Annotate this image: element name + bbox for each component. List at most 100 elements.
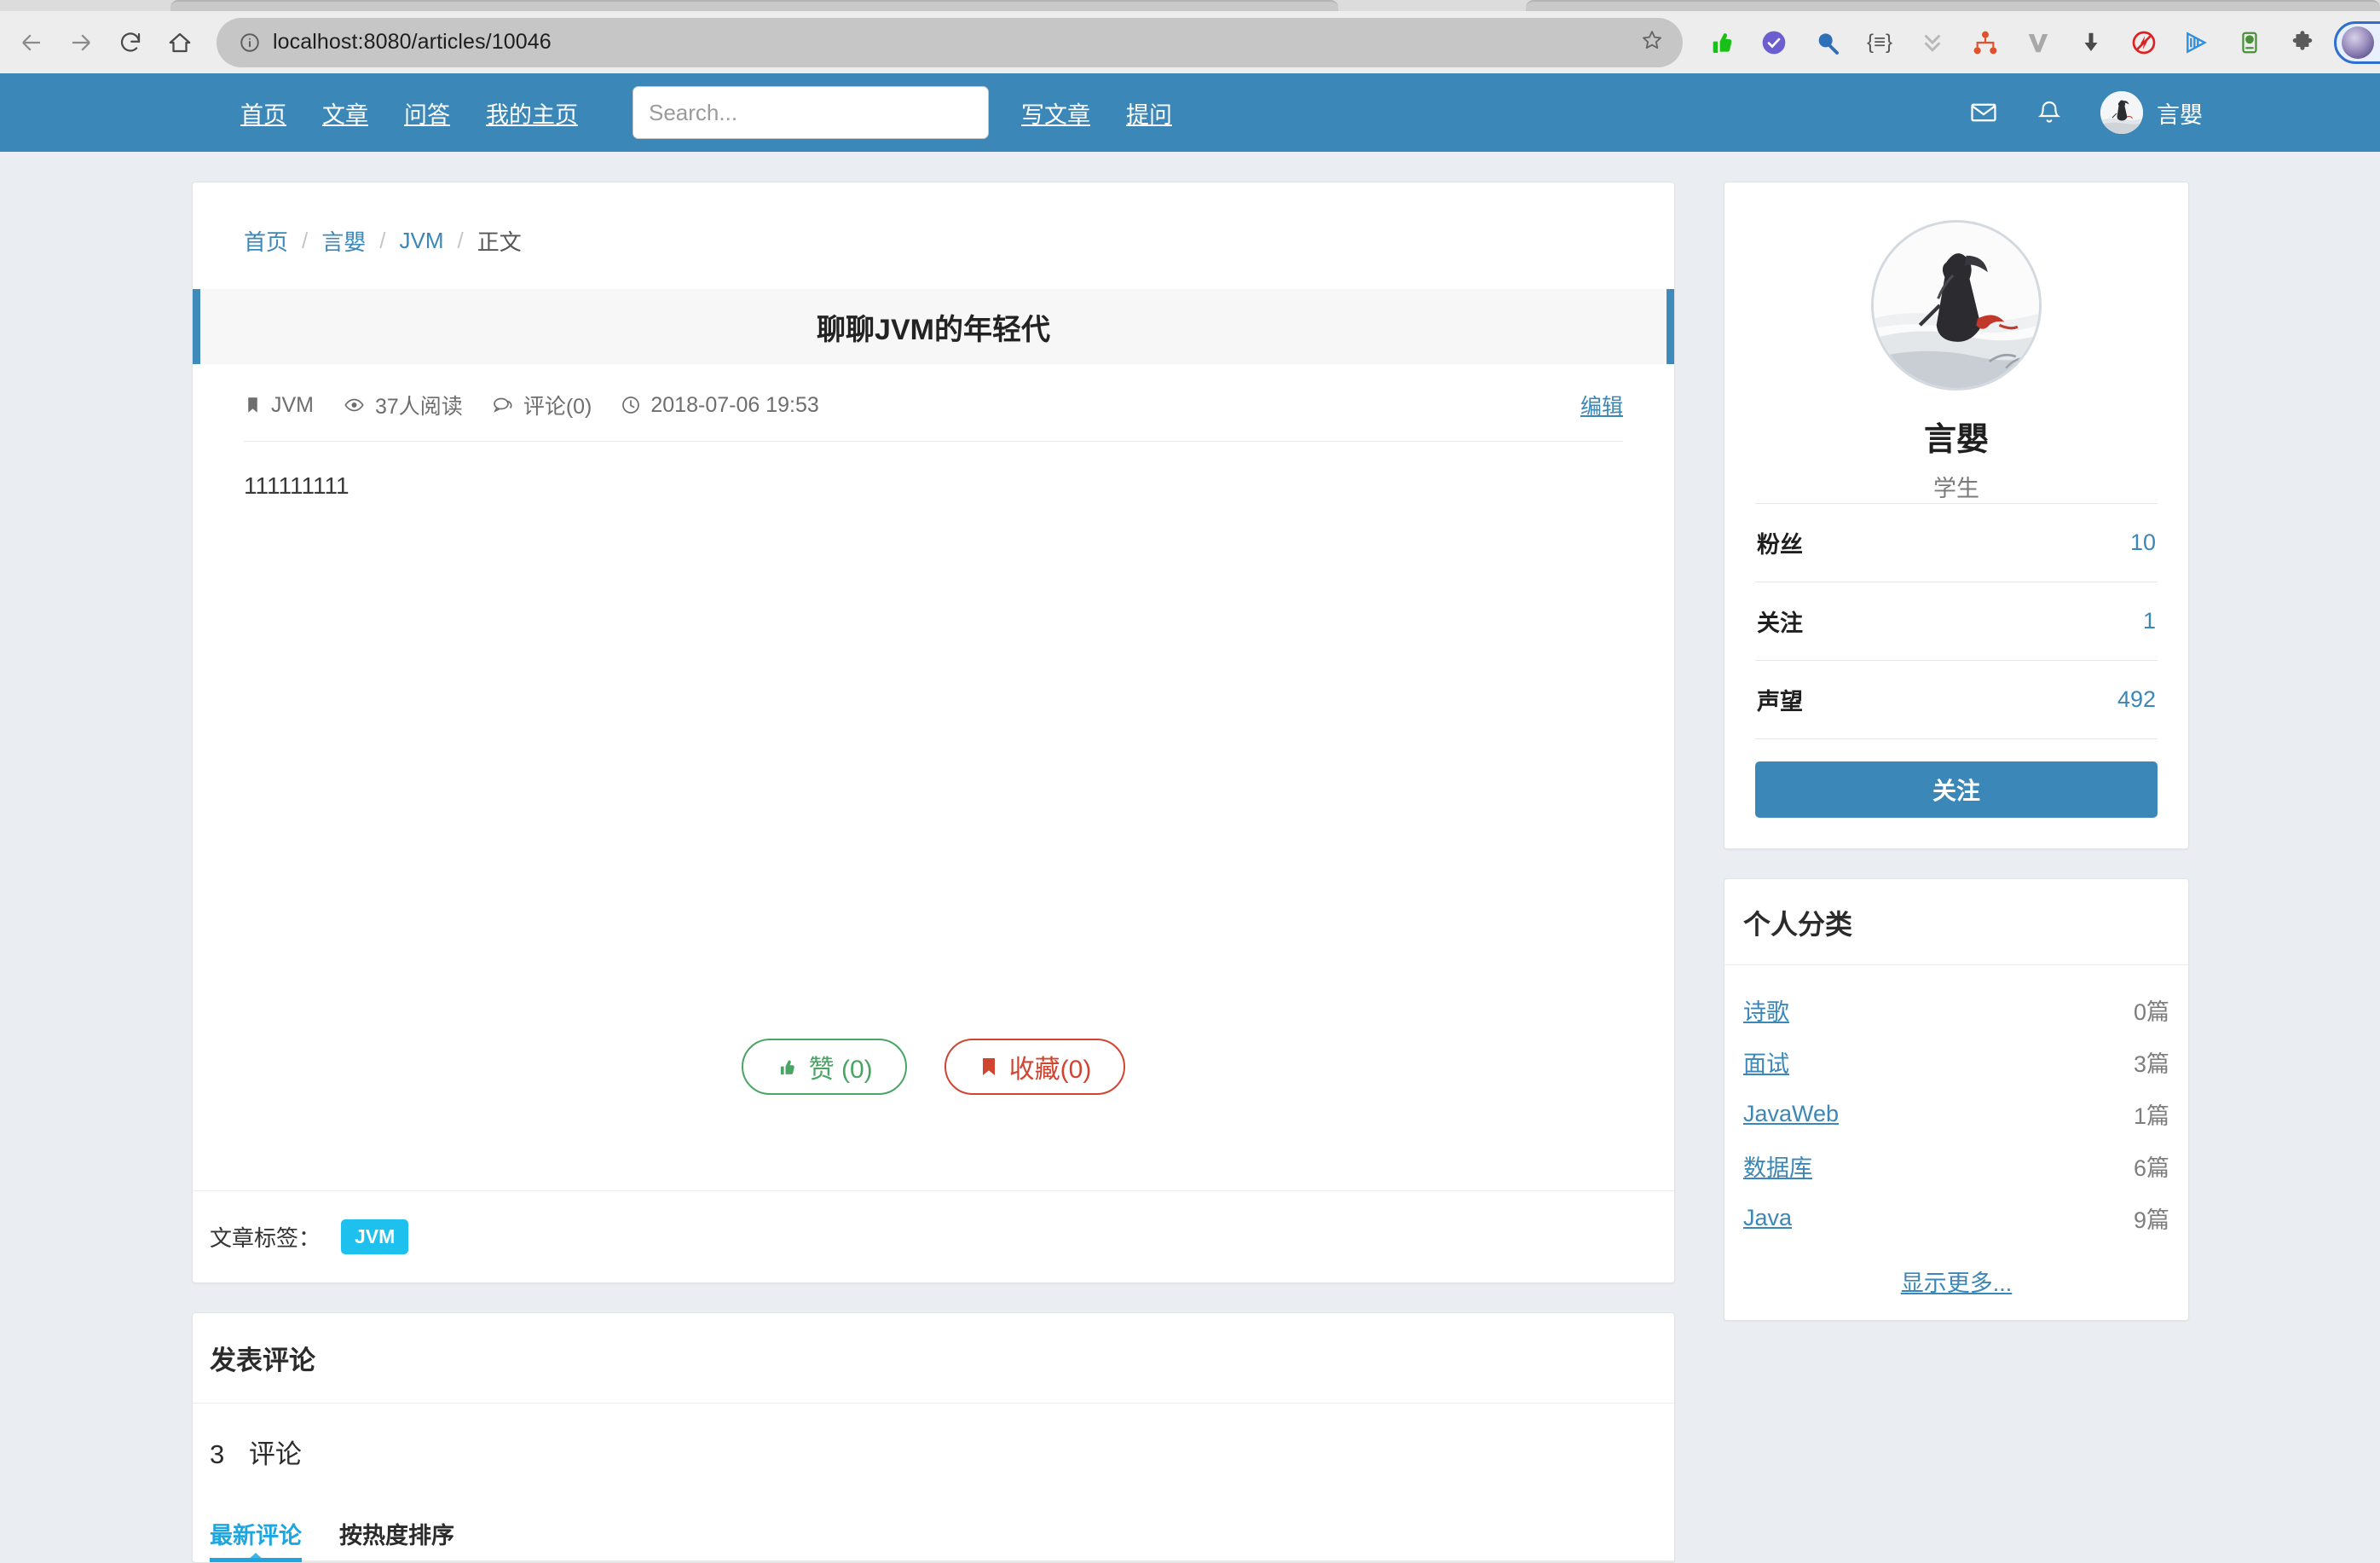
nav-my-homepage[interactable]: 我的主页 [486, 96, 578, 130]
play-waves-extension-icon[interactable] [2170, 18, 2223, 67]
article-meta-row: JVM 37人阅读 评论(0) [193, 364, 1674, 420]
like-button-label: 赞 (0) [809, 1048, 873, 1085]
v-mark-extension-icon[interactable] [2012, 18, 2065, 67]
stat-label: 粉丝 [1757, 526, 1803, 559]
breadcrumb-item-category[interactable]: JVM [400, 228, 444, 254]
nav-write-article[interactable]: 写文章 [1021, 96, 1090, 130]
personal-categories-list: 诗歌 0篇 面试 3篇 JavaWeb 1篇 数据库 6篇 Java 9篇 [1724, 965, 2188, 1253]
stat-row-following: 关注 1 [1755, 582, 2158, 660]
site-info-icon[interactable] [239, 32, 261, 54]
comment-tabs: 最新评论 按热度排序 [193, 1500, 1674, 1562]
main-column: 首页 / 言嬰 / JVM / 正文 聊聊JVM的年轻代 JVM [192, 182, 1675, 1563]
profile-card: 言嬰 学生 粉丝 10 关注 1 声望 492 关注 [1724, 182, 2189, 849]
comment-section-title: 发表评论 [193, 1313, 1674, 1404]
page-title: 聊聊JVM的年轻代 [817, 306, 1050, 348]
category-row: 诗歌 0篇 [1743, 984, 2169, 1036]
sitemap-extension-icon[interactable] [1959, 18, 2012, 67]
category-name[interactable]: 诗歌 [1743, 993, 1789, 1027]
stat-value[interactable]: 10 [2130, 530, 2156, 556]
browser-toolbar: localhost:8080/articles/10046 {≡} [0, 11, 2380, 73]
tags-label: 文章标签： [210, 1221, 321, 1253]
favorite-button[interactable]: 收藏(0) [944, 1039, 1126, 1095]
category-count: 0篇 [2134, 993, 2169, 1027]
category-count: 9篇 [2134, 1201, 2169, 1235]
navbar-username: 言嬰 [2157, 96, 2203, 130]
meta-comments: 评论(0) [492, 390, 592, 420]
article-title-bar: 聊聊JVM的年轻代 [193, 289, 1674, 364]
breadcrumb-item-home[interactable]: 首页 [244, 225, 288, 257]
home-icon[interactable] [155, 18, 205, 67]
category-row: Java 9篇 [1743, 1192, 2169, 1244]
notification-bell-icon[interactable] [2036, 99, 2063, 126]
shield-check-extension-icon[interactable] [1747, 18, 1800, 67]
breadcrumb-item-current: 正文 [477, 225, 522, 257]
nav-articles[interactable]: 文章 [322, 96, 368, 130]
browser-tab[interactable] [1526, 0, 2380, 11]
breadcrumb: 首页 / 言嬰 / JVM / 正文 [193, 182, 1674, 289]
site-navbar: 首页 文章 问答 我的主页 写文章 提问 言嬰 [0, 73, 2380, 152]
category-row: 面试 3篇 [1743, 1036, 2169, 1088]
category-name[interactable]: Java [1743, 1205, 1792, 1231]
key-person-extension-icon[interactable] [2223, 18, 2276, 67]
nav-qa[interactable]: 问答 [404, 96, 450, 130]
browser-tab[interactable] [170, 0, 1338, 11]
bookmark-filled-icon [979, 1056, 999, 1078]
stat-row-followers: 粉丝 10 [1755, 503, 2158, 582]
category-row: 数据库 6篇 [1743, 1140, 2169, 1192]
bookmark-icon [244, 395, 262, 415]
tab-latest-comments[interactable]: 最新评论 [210, 1517, 302, 1562]
comment-count-row: 3 评论 [193, 1404, 1674, 1500]
personal-categories-card: 个人分类 诗歌 0篇 面试 3篇 JavaWeb 1篇 数据库 6篇 [1724, 878, 2189, 1321]
tag-chip[interactable]: JVM [341, 1219, 408, 1254]
profile-name: 言嬰 [1755, 413, 2158, 460]
back-arrow-icon[interactable] [7, 18, 56, 67]
reload-icon[interactable] [106, 18, 155, 67]
meta-category[interactable]: JVM [244, 393, 314, 418]
stat-label: 声望 [1757, 683, 1803, 716]
star-icon[interactable] [1640, 28, 1664, 56]
forward-arrow-icon[interactable] [56, 18, 106, 67]
follow-button[interactable]: 关注 [1755, 761, 2158, 818]
lightning-blocked-extension-icon[interactable] [2117, 18, 2170, 67]
tags-row: 文章标签： JVM [193, 1191, 1674, 1282]
thumb-up-extension-icon[interactable] [1695, 18, 1747, 67]
comment-count-number: 3 [210, 1439, 224, 1469]
article-body: 111111111 [193, 442, 1674, 868]
article-action-row: 赞 (0) 收藏(0) [193, 868, 1674, 1095]
category-name[interactable]: 数据库 [1743, 1149, 1812, 1183]
download-arrow-extension-icon[interactable] [2065, 18, 2117, 67]
stat-value[interactable]: 1 [2143, 608, 2156, 634]
comment-section-card: 发表评论 3 评论 最新评论 按热度排序 [192, 1312, 1675, 1563]
category-name[interactable]: JavaWeb [1743, 1101, 1839, 1127]
sidebar-column: 言嬰 学生 粉丝 10 关注 1 声望 492 关注 个人分类 诗歌 0篇 [1724, 182, 2189, 1321]
search-input[interactable] [633, 86, 989, 139]
like-button[interactable]: 赞 (0) [742, 1039, 907, 1095]
profile-paused-pill[interactable]: 已暂停 [2334, 21, 2380, 64]
navbar-user[interactable]: 言嬰 [2100, 91, 2203, 134]
meta-category-label: JVM [271, 393, 314, 418]
personal-categories-title: 个人分类 [1724, 879, 2188, 965]
category-name[interactable]: 面试 [1743, 1045, 1789, 1079]
code-braces-extension-icon[interactable]: {≡} [1853, 18, 1906, 67]
puzzle-piece-extension-icon[interactable] [2276, 18, 2329, 67]
tab-sort-by-heat[interactable]: 按热度排序 [339, 1517, 454, 1562]
stat-value[interactable]: 492 [2117, 686, 2156, 713]
breadcrumb-separator: / [458, 228, 464, 254]
breadcrumb-item-user[interactable]: 言嬰 [321, 225, 366, 257]
profile-role: 学生 [1755, 470, 2158, 503]
user-avatar-icon [2100, 91, 2143, 134]
mail-envelope-icon[interactable] [1969, 98, 1998, 127]
address-bar[interactable]: localhost:8080/articles/10046 [217, 18, 1683, 67]
eye-icon [343, 395, 366, 415]
profile-avatar-icon [2342, 26, 2374, 59]
stat-row-reputation: 声望 492 [1755, 660, 2158, 738]
nav-ask-question[interactable]: 提问 [1126, 96, 1172, 130]
comment-bubble-icon [492, 395, 514, 415]
meta-date: 2018-07-06 19:53 [621, 393, 818, 418]
chevrons-down-extension-icon[interactable] [1906, 18, 1959, 67]
address-bar-url: localhost:8080/articles/10046 [273, 30, 1640, 55]
nav-home[interactable]: 首页 [240, 96, 286, 130]
show-more-categories-link[interactable]: 显示更多... [1724, 1253, 2188, 1320]
magnifier-extension-icon[interactable] [1800, 18, 1853, 67]
edit-article-link[interactable]: 编辑 [1580, 390, 1623, 420]
